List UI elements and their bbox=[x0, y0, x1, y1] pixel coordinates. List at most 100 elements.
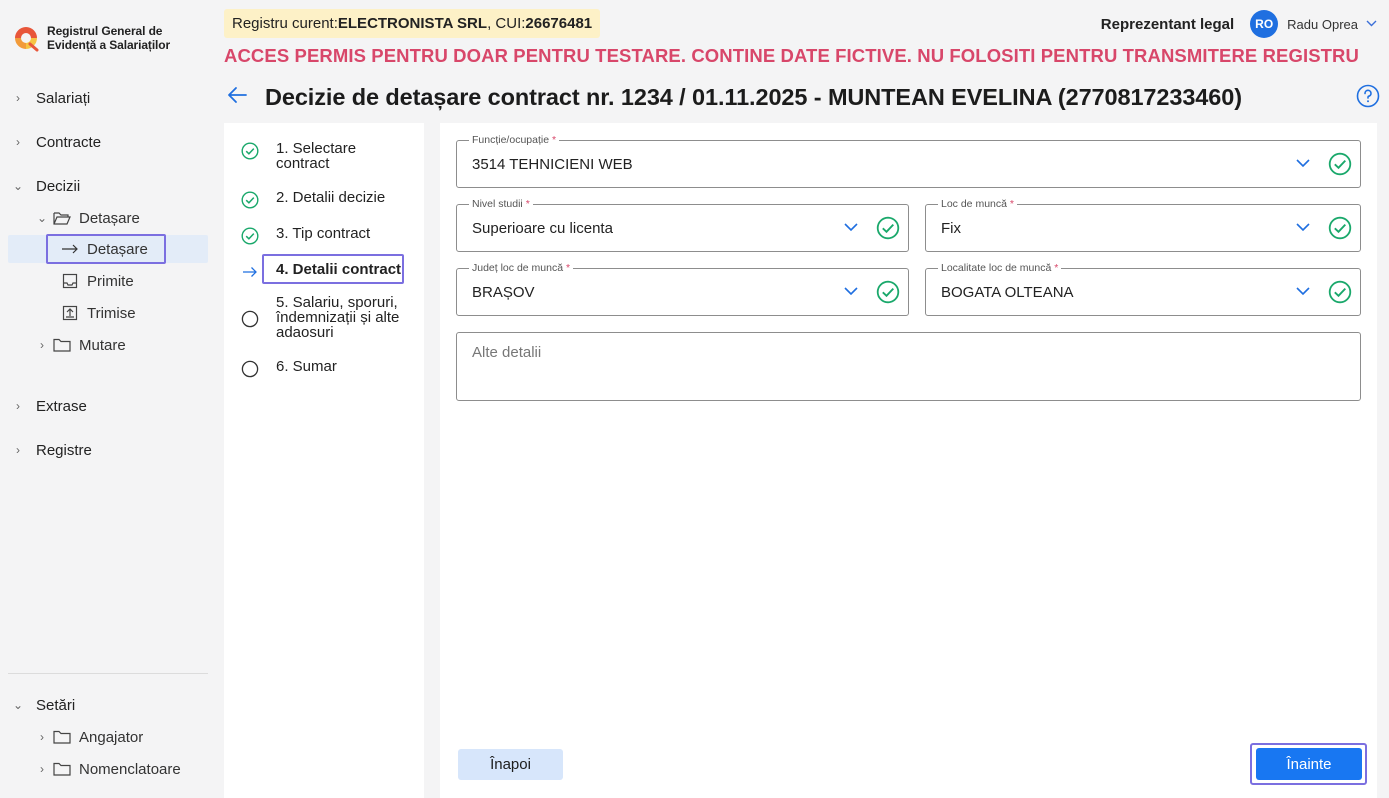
sidebar-item-label: Salariați bbox=[36, 89, 91, 107]
check-circle-icon bbox=[240, 141, 260, 161]
folder-icon bbox=[52, 728, 72, 746]
chevron-down-icon[interactable] bbox=[843, 219, 859, 235]
sidebar-item-contracte[interactable]: › Contracte bbox=[8, 128, 208, 156]
sidebar-item-label: Nomenclatoare bbox=[79, 760, 181, 778]
judet-value: BRAȘOV bbox=[472, 284, 535, 301]
sidebar-item-label: Angajator bbox=[79, 728, 144, 746]
folder-open-icon bbox=[52, 209, 72, 227]
app-logo[interactable]: Registrul General de Evidență a Salariaț… bbox=[12, 24, 170, 52]
sidebar-item-mutare[interactable]: › Mutare bbox=[8, 331, 208, 359]
registry-company: ELECTRONISTA SRL bbox=[337, 15, 488, 32]
chevron-right-icon: › bbox=[40, 338, 44, 352]
step-1[interactable]: 1. Selectare contract bbox=[240, 141, 386, 171]
chevron-right-icon: › bbox=[16, 135, 20, 149]
sidebar-item-nomenclatoare[interactable]: › Nomenclatoare bbox=[8, 755, 208, 783]
required-marker: * bbox=[551, 134, 557, 146]
sidebar-item-decizii[interactable]: ⌄ Decizii bbox=[8, 172, 208, 200]
chevron-down-icon[interactable] bbox=[1366, 18, 1377, 30]
localitate-label: Localitate loc de muncă * bbox=[938, 262, 1062, 274]
current-registry-badge: Registru curent: ELECTRONISTA SRL, CUI: … bbox=[224, 9, 601, 38]
functie-label-text: Funcție/ocupație bbox=[472, 134, 550, 146]
sidebar-item-setari[interactable]: ⌄ Setări bbox=[8, 691, 208, 719]
sidebar-item-angajator[interactable]: › Angajator bbox=[8, 723, 208, 751]
sidebar-item-label: Registre bbox=[36, 441, 92, 459]
localitate-value: BOGATA OLTEANA bbox=[941, 284, 1074, 301]
sidebar-item-primite[interactable]: Primite bbox=[8, 267, 208, 295]
sidebar: Registrul General de Evidență a Salariaț… bbox=[0, 0, 216, 798]
sidebar-item-label: Primite bbox=[87, 272, 134, 290]
sidebar-item-registre[interactable]: › Registre bbox=[8, 436, 208, 464]
empty-circle-icon bbox=[240, 359, 260, 379]
required-marker: * bbox=[565, 262, 571, 274]
step-label: 5. Salariu, sporuri, îndemnizații și alt… bbox=[276, 294, 400, 341]
folder-icon bbox=[52, 336, 72, 354]
sidebar-item-label: Contracte bbox=[36, 133, 102, 151]
step-label: 6. Sumar bbox=[276, 358, 337, 375]
required-marker: * bbox=[1009, 198, 1014, 210]
step-3[interactable]: 3. Tip contract bbox=[240, 226, 370, 246]
nivel-studii-select[interactable]: Nivel studii * Superioare cu licenta bbox=[456, 198, 909, 252]
chevron-right-icon: › bbox=[40, 730, 44, 744]
chevron-right-icon: › bbox=[16, 443, 20, 457]
check-circle-icon bbox=[240, 226, 260, 246]
functie-select[interactable]: Funcție/ocupație * 3514 TEHNICIENI WEB bbox=[456, 134, 1361, 188]
logo-icon bbox=[15, 27, 39, 52]
registry-cui: 26676481 bbox=[525, 15, 593, 32]
chevron-down-icon[interactable] bbox=[1295, 283, 1311, 299]
nivel-studii-label: Nivel studii * bbox=[469, 198, 533, 210]
current-step-highlight bbox=[262, 254, 404, 284]
back-arrow-icon[interactable] bbox=[226, 84, 248, 106]
functie-label: Funcție/ocupație * bbox=[469, 134, 560, 146]
app-title: Registrul General de Evidență a Salariaț… bbox=[47, 24, 170, 52]
app-title-line2: Evidență a Salariaților bbox=[47, 38, 171, 52]
chevron-down-icon: ⌄ bbox=[12, 179, 24, 193]
sidebar-item-label: Decizii bbox=[36, 177, 81, 195]
next-button[interactable]: Înainte bbox=[1256, 748, 1362, 780]
arrow-right-icon bbox=[240, 262, 260, 282]
step-label: 2. Detalii decizie bbox=[276, 189, 386, 206]
alte-detalii-textarea[interactable]: Alte detalii bbox=[456, 332, 1361, 401]
chevron-right-icon: › bbox=[16, 91, 20, 105]
check-circle-icon bbox=[1328, 152, 1352, 176]
chevron-right-icon: › bbox=[16, 399, 20, 413]
sidebar-item-salariati[interactable]: › Salariați bbox=[8, 84, 208, 112]
sidebar-item-label: Mutare bbox=[79, 336, 126, 354]
alte-detalii-placeholder: Alte detalii bbox=[472, 344, 542, 361]
user-role: Reprezentant legal bbox=[1100, 15, 1235, 33]
sidebar-item-detasare-folder[interactable]: ⌄ Detașare bbox=[8, 204, 208, 232]
loc-munca-select[interactable]: Loc de muncă * Fix bbox=[925, 198, 1361, 252]
page-title: Decizie de detașare contract nr. 1234 / … bbox=[265, 84, 1242, 110]
sidebar-item-label: Setări bbox=[36, 696, 76, 714]
required-marker: * bbox=[1054, 262, 1059, 274]
loc-munca-label: Loc de muncă * bbox=[938, 198, 1017, 210]
loc-munca-value: Fix bbox=[941, 220, 961, 237]
step-5[interactable]: 5. Salariu, sporuri, îndemnizații și alt… bbox=[240, 295, 404, 340]
loc-munca-label-text: Loc de muncă bbox=[941, 198, 1007, 210]
localitate-select[interactable]: Localitate loc de muncă * BOGATA OLTEANA bbox=[925, 262, 1361, 316]
check-circle-icon bbox=[1328, 280, 1352, 304]
judet-label: Județ loc de muncă * bbox=[469, 262, 574, 274]
chevron-down-icon[interactable] bbox=[843, 283, 859, 299]
step-label: 1. Selectare contract bbox=[276, 140, 357, 172]
registry-prefix: Registru curent: bbox=[232, 15, 338, 32]
folder-icon bbox=[52, 760, 72, 778]
sidebar-item-trimise[interactable]: Trimise bbox=[8, 299, 208, 327]
step-2[interactable]: 2. Detalii decizie bbox=[240, 190, 385, 210]
localitate-label-text: Localitate loc de muncă bbox=[941, 262, 1052, 274]
avatar[interactable]: RO bbox=[1250, 10, 1279, 38]
sidebar-divider bbox=[8, 673, 208, 674]
chevron-down-icon[interactable] bbox=[1295, 219, 1311, 235]
help-icon[interactable] bbox=[1356, 84, 1380, 108]
back-button[interactable]: Înapoi bbox=[458, 749, 563, 780]
check-circle-icon bbox=[876, 280, 900, 304]
user-name[interactable]: Radu Oprea bbox=[1287, 17, 1358, 32]
check-circle-icon bbox=[876, 216, 900, 240]
functie-value: 3514 TEHNICIENI WEB bbox=[472, 156, 633, 173]
step-6[interactable]: 6. Sumar bbox=[240, 359, 337, 379]
check-circle-icon bbox=[240, 190, 260, 210]
outbox-icon bbox=[60, 304, 80, 322]
judet-select[interactable]: Județ loc de muncă * BRAȘOV bbox=[456, 262, 909, 316]
sidebar-item-extrase[interactable]: › Extrase bbox=[8, 392, 208, 420]
user-menu[interactable]: Reprezentant legal RO Radu Oprea bbox=[1101, 10, 1377, 38]
chevron-down-icon[interactable] bbox=[1295, 155, 1311, 171]
